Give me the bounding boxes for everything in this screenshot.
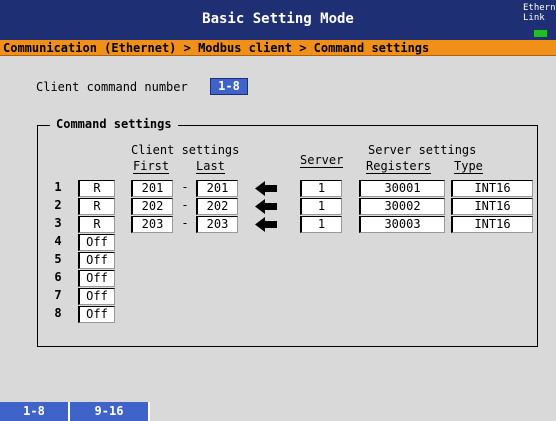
server-register-field[interactable]: 30002 <box>359 198 445 215</box>
row-number: 5 <box>54 252 62 266</box>
server-register-field[interactable]: 30003 <box>359 216 445 233</box>
client-command-number-label: Client command number <box>36 80 188 94</box>
row-number: 6 <box>54 270 62 284</box>
server-field[interactable]: 1 <box>300 216 342 233</box>
server-column-header: Server <box>300 153 344 168</box>
tab-page-1-8[interactable]: 1-8 <box>0 402 70 421</box>
client-command-number-field[interactable]: 1-8 <box>210 78 248 95</box>
range-dash: - <box>181 180 189 194</box>
first-register-field[interactable]: 201 <box>131 180 173 197</box>
first-register-field[interactable]: 203 <box>131 216 173 233</box>
mode-field[interactable]: Off <box>78 288 115 305</box>
server-field[interactable]: 1 <box>300 180 342 197</box>
type-column-header: Type <box>454 159 483 174</box>
row-number: 7 <box>54 288 62 302</box>
mode-field[interactable]: R <box>78 216 115 233</box>
last-column-header: Last <box>196 159 225 174</box>
tab-page-9-16[interactable]: 9-16 <box>70 402 150 421</box>
left-arrow-icon <box>255 198 279 215</box>
screen: Basic Setting Mode Ethernet Link Communi… <box>0 0 556 421</box>
row-number: 4 <box>54 234 62 248</box>
last-register-field[interactable]: 203 <box>196 216 238 233</box>
server-register-field[interactable]: 30001 <box>359 180 445 197</box>
first-register-field[interactable]: 202 <box>131 198 173 215</box>
mode-field[interactable]: Off <box>78 306 115 323</box>
server-field[interactable]: 1 <box>300 198 342 215</box>
mode-field[interactable]: R <box>78 198 115 215</box>
server-settings-header: Server settings <box>368 143 477 157</box>
range-dash: - <box>181 216 189 230</box>
page-tabs: 1-8 9-16 <box>0 402 556 421</box>
mode-field[interactable]: Off <box>78 234 115 251</box>
last-register-field[interactable]: 202 <box>196 198 238 215</box>
ethernet-link-led-icon <box>534 30 547 37</box>
row-number: 1 <box>54 180 62 194</box>
mode-field[interactable]: R <box>78 180 115 197</box>
type-field[interactable]: INT16 <box>451 198 533 215</box>
mode-field[interactable]: Off <box>78 252 115 269</box>
type-field[interactable]: INT16 <box>451 180 533 197</box>
last-register-field[interactable]: 201 <box>196 180 238 197</box>
command-settings-title: Command settings <box>50 117 178 131</box>
breadcrumb: Communication (Ethernet) > Modbus client… <box>0 40 556 56</box>
title-bar: Basic Setting Mode Ethernet Link <box>0 0 556 40</box>
row-number: 8 <box>54 306 62 320</box>
breadcrumb-text: Communication (Ethernet) > Modbus client… <box>3 41 430 55</box>
left-arrow-icon <box>255 216 279 233</box>
page-title: Basic Setting Mode <box>202 11 354 27</box>
registers-column-header: Registers <box>366 159 432 174</box>
type-field[interactable]: INT16 <box>451 216 533 233</box>
left-arrow-icon <box>255 180 279 197</box>
mode-field[interactable]: Off <box>78 270 115 287</box>
range-dash: - <box>181 198 189 212</box>
row-number: 3 <box>54 216 62 230</box>
row-number: 2 <box>54 198 62 212</box>
ethernet-status-label: Ethernet Link <box>523 3 556 23</box>
client-settings-header: Client settings <box>131 143 240 157</box>
first-column-header: First <box>133 159 170 174</box>
